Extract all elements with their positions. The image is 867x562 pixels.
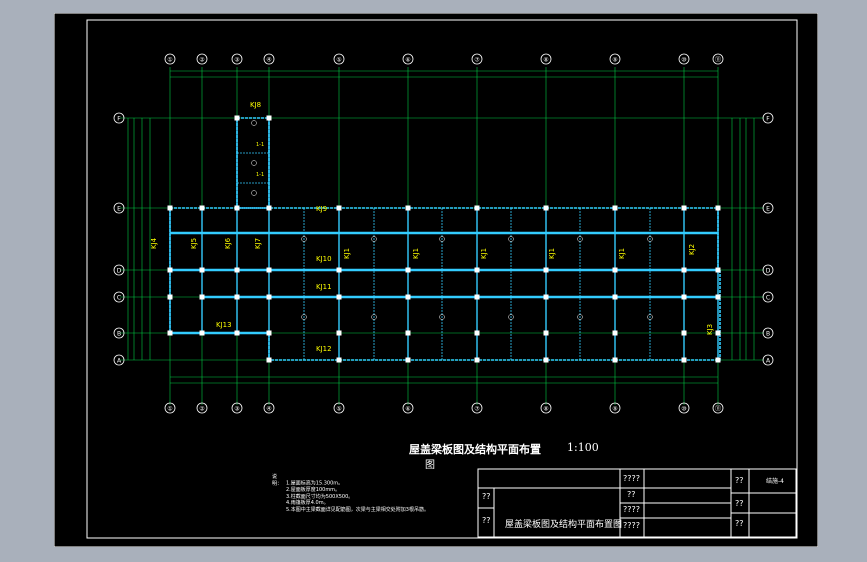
title-block-cell: ??	[735, 499, 744, 508]
title-block-cell: ??	[482, 516, 491, 525]
title-block-cell: ??	[735, 476, 744, 485]
title-block-cell: ??	[627, 490, 636, 499]
drawing-sheet: ①①②②③③④④⑤⑤⑥⑥⑦⑦⑧⑧⑨⑨⑩⑩⑪⑪FFEEDDCCBBAA KJ8 KJ…	[54, 13, 818, 547]
title-block-sheet-number: 结施-4	[766, 478, 784, 485]
title-block-cell: ??	[735, 519, 744, 528]
title-block-cell: ??	[482, 492, 491, 501]
title-block-drawing-name: 屋盖梁板图及结构平面布置图	[505, 520, 623, 530]
title-block-cell: ????	[623, 474, 640, 483]
title-block-cell: ????	[623, 505, 640, 514]
title-block-lines	[477, 468, 797, 538]
title-block-cell: ????	[623, 521, 640, 530]
